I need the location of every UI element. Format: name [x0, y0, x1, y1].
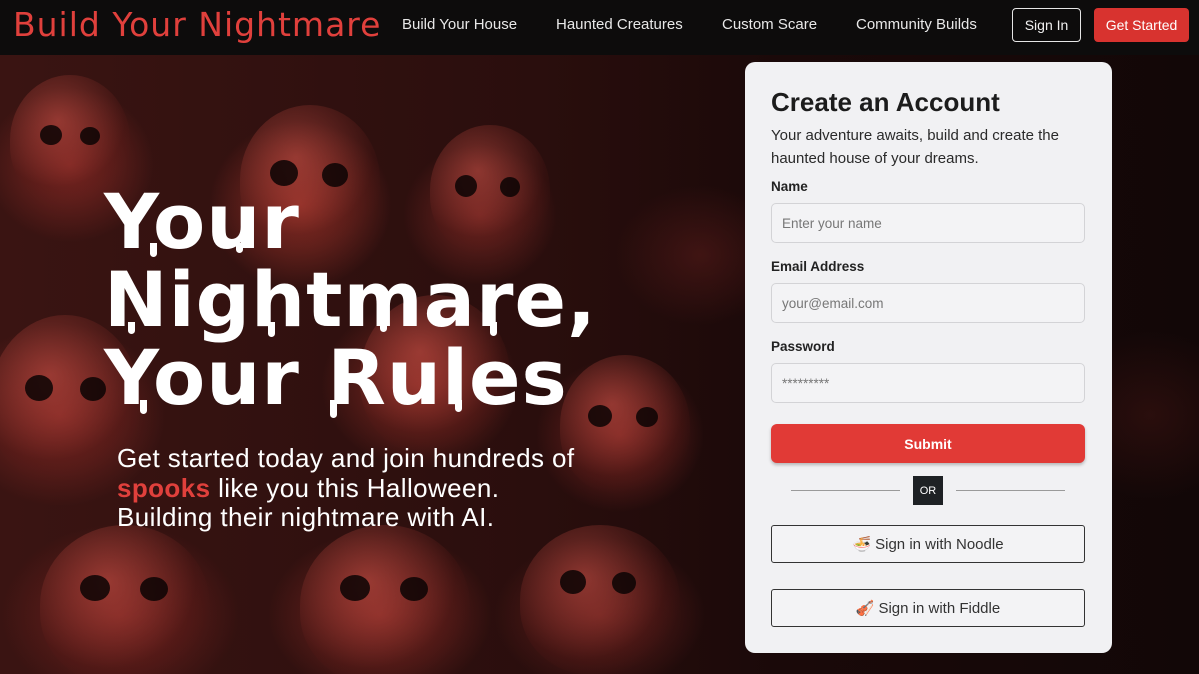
divider-left	[791, 490, 900, 491]
email-input[interactable]	[771, 283, 1085, 323]
nav-link-community-builds[interactable]: Community Builds	[856, 16, 977, 33]
hero-subtitle: Get started today and join hundreds of s…	[117, 443, 577, 533]
sign-in-with-fiddle-button[interactable]: 🎻 Sign in with Fiddle	[771, 589, 1085, 627]
fiddle-icon: 🎻	[855, 600, 875, 617]
sign-in-with-noodle-button[interactable]: 🍜 Sign in with Noodle	[771, 525, 1085, 563]
create-account-card: Create an Account Your adventure awaits,…	[745, 62, 1112, 653]
fiddle-button-label: Sign in with Fiddle	[878, 599, 1001, 617]
top-navbar: Build Your Nightmare Build Your House Ha…	[0, 0, 1199, 55]
or-badge: OR	[913, 476, 943, 505]
nav-link-haunted-creatures[interactable]: Haunted Creatures	[556, 16, 683, 33]
brand-logo-text[interactable]: Build Your Nightmare	[13, 5, 381, 44]
hero-title-line-2: Nightmare,	[104, 255, 597, 344]
submit-button[interactable]: Submit	[771, 424, 1085, 463]
password-input[interactable]	[771, 363, 1085, 403]
password-label: Password	[771, 339, 835, 354]
card-title: Create an Account	[771, 87, 1000, 117]
noodle-icon: 🍜	[852, 536, 872, 553]
sign-in-button[interactable]: Sign In	[1012, 8, 1081, 42]
divider-right	[956, 490, 1065, 491]
hero-subtitle-accent: spooks	[117, 472, 211, 503]
hero-title-line-1: Your	[104, 177, 300, 266]
email-label: Email Address	[771, 259, 865, 274]
hero-title-line-3: Your Rules	[104, 333, 568, 422]
hero-subtitle-start: Get started today and join hundreds of	[117, 443, 575, 473]
get-started-button[interactable]: Get Started	[1094, 8, 1189, 42]
nav-link-build-your-house[interactable]: Build Your House	[402, 16, 517, 33]
card-description: Your adventure awaits, build and create …	[771, 127, 1059, 167]
nav-link-custom-scare[interactable]: Custom Scare	[722, 16, 817, 33]
hero-title: Your Nightmare, Your Rules	[104, 183, 704, 417]
name-label: Name	[771, 179, 808, 194]
name-input[interactable]	[771, 203, 1085, 243]
noodle-button-label: Sign in with Noodle	[875, 535, 1004, 553]
